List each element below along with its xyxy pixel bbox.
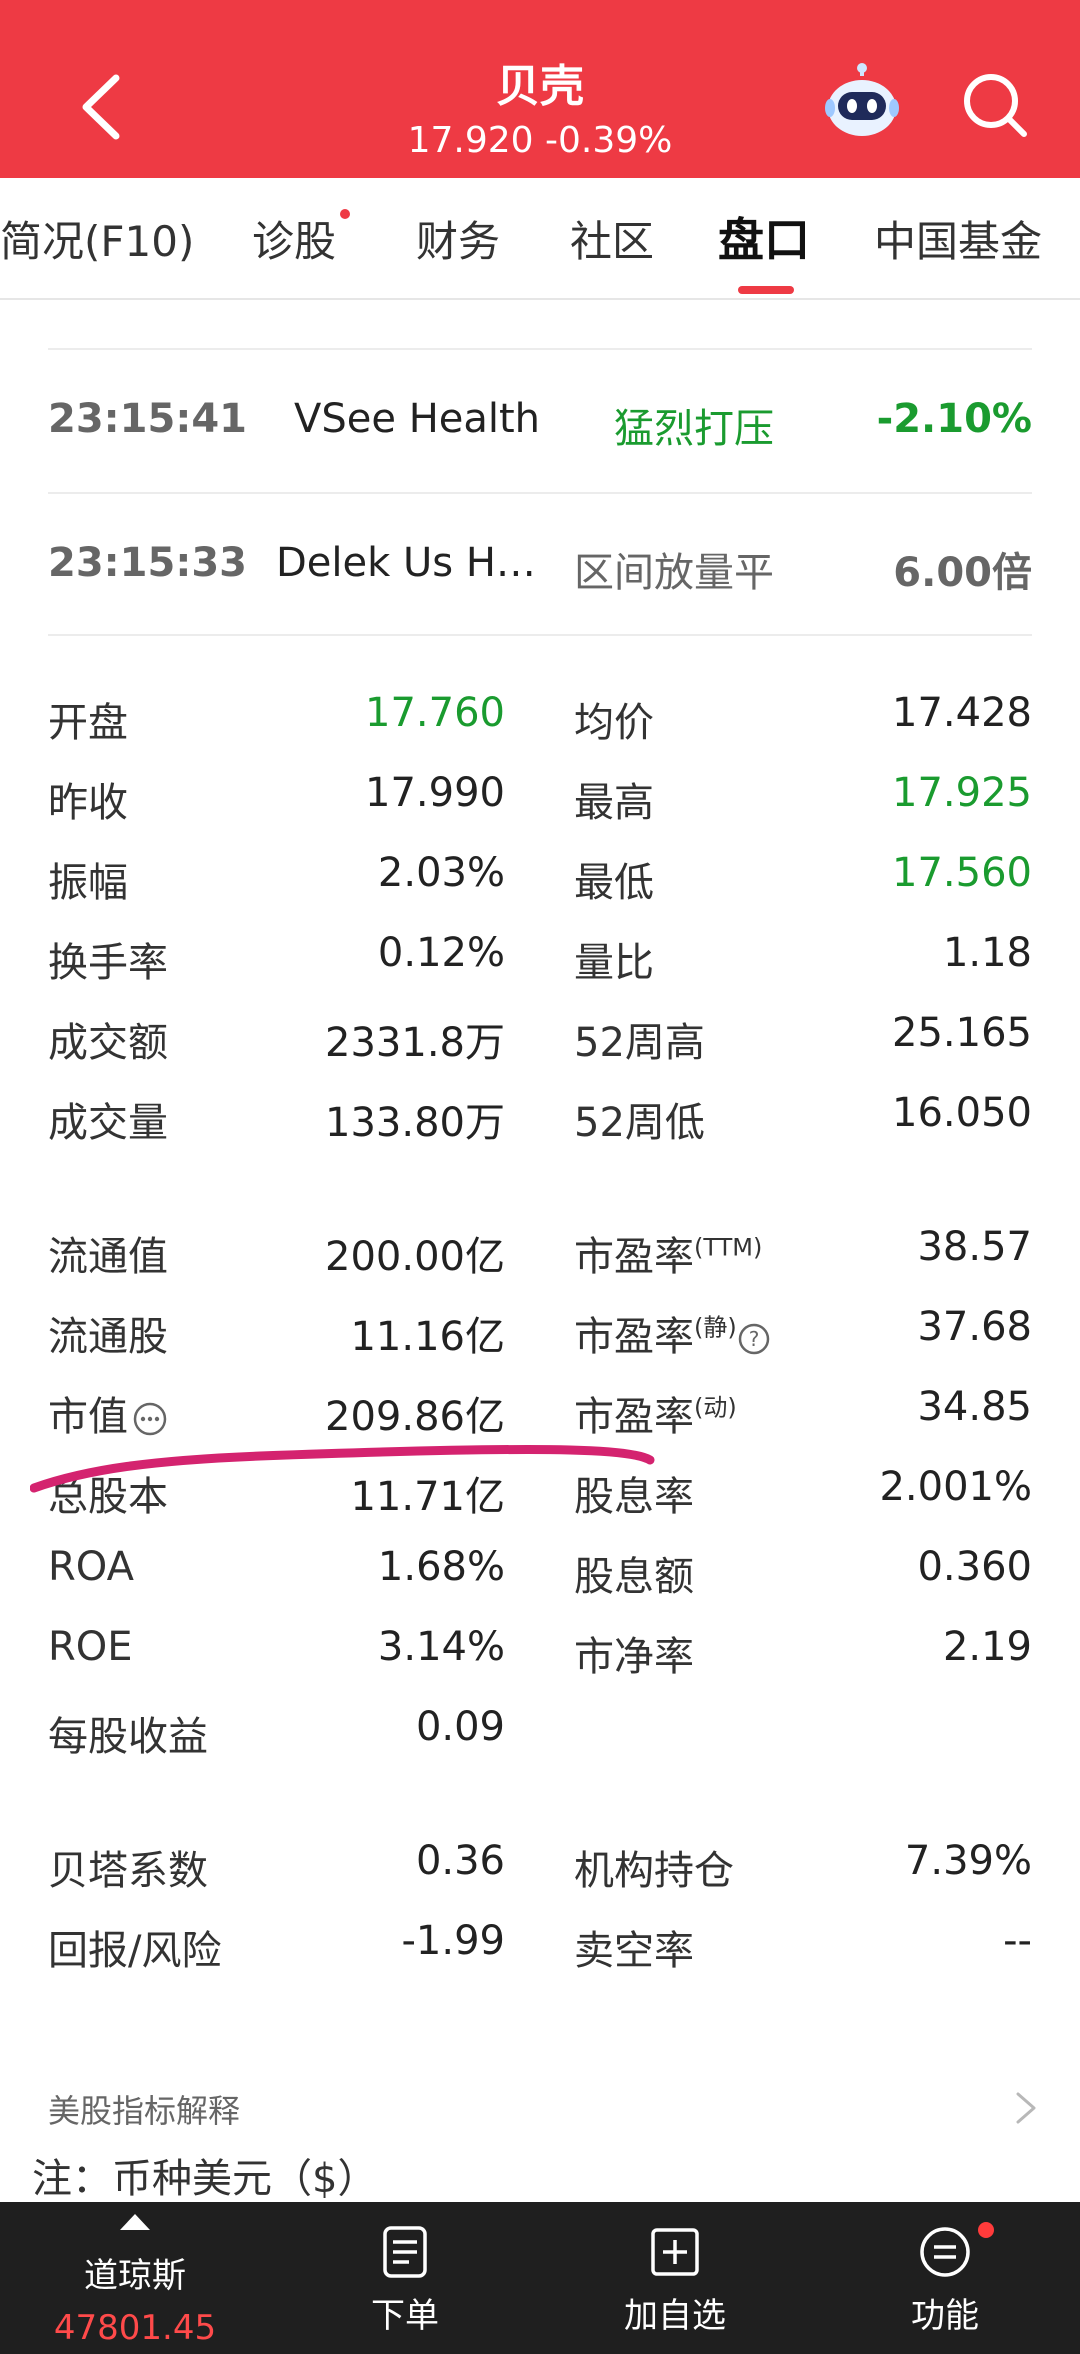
feed-value: -2.10% (876, 396, 1032, 442)
quote-value: 2331.8万 (325, 1020, 505, 1066)
list-item[interactable]: 23:15:33 Delek Us H… 区间放量平 6.00倍 (48, 528, 1032, 608)
valuation-label: 市值 (48, 1384, 168, 1442)
risk-label: 贝塔系数 (48, 1848, 208, 1894)
tab-diagnosis[interactable]: 诊股 (252, 208, 336, 269)
valuation-value: 3.14% (377, 1624, 505, 1670)
document-icon (383, 2226, 427, 2278)
quote-label: 成交量 (48, 1100, 168, 1146)
tab-bar: 简况(F10) 诊股 财务 社区 盘口 中国基金 (0, 178, 1080, 300)
risk-value: -1.99 (401, 1918, 506, 1964)
quote-label: 开盘 (48, 700, 128, 746)
page-title: 贝壳 (496, 61, 584, 112)
valuation-value: 200.00亿 (325, 1234, 505, 1280)
valuation-value: 2.001% (879, 1464, 1032, 1510)
metrics-explanation-link[interactable]: 美股指标解释 (48, 2086, 240, 2132)
valuation-value: 34.85 (917, 1384, 1032, 1430)
valuation-value: 11.16亿 (350, 1314, 505, 1360)
quote-value: 17.925 (892, 770, 1032, 816)
quote-value: 25.165 (892, 1010, 1032, 1056)
order-button[interactable]: 下单 (330, 2202, 480, 2354)
assistant-button[interactable] (822, 62, 902, 142)
valuation-value: 0.360 (917, 1544, 1032, 1590)
add-watchlist-label: 加自选 (624, 2296, 726, 2336)
menu-circle-icon (920, 2227, 970, 2277)
currency-note: 注：币种美元（$） (32, 2156, 378, 2202)
quote-label: 量比 (574, 940, 654, 986)
valuation-label: 流通值 (48, 1234, 168, 1280)
index-ticker-button[interactable]: 道琼斯 47801.45 (40, 2202, 230, 2354)
tab-overview[interactable]: 简况(F10) (0, 208, 194, 269)
feed-value: 6.00倍 (893, 550, 1032, 596)
index-name: 道琼斯 (84, 2256, 186, 2296)
quote-label: 最低 (574, 860, 654, 906)
quote-value: 2.03% (377, 850, 505, 896)
risk-value: 7.39% (904, 1838, 1032, 1884)
list-item[interactable]: 23:15:41 VSee Health 猛烈打压 -2.10% (48, 384, 1032, 464)
notification-dot (978, 2222, 994, 2238)
robot-icon (825, 63, 899, 136)
risk-value: 0.36 (415, 1838, 505, 1884)
valuation-value: 1.68% (377, 1544, 505, 1590)
quote-value: 17.990 (365, 770, 505, 816)
feed-signal: 区间放量平 (574, 550, 774, 596)
add-watchlist-button[interactable]: 加自选 (600, 2202, 750, 2354)
feed-time: 23:15:41 (48, 396, 247, 442)
valuation-value: 209.86亿 (325, 1394, 505, 1440)
valuation-value: 0.09 (415, 1704, 505, 1750)
risk-label: 回报/风险 (48, 1928, 222, 1974)
quote-value: 17.560 (892, 850, 1032, 896)
price-change: 17.920 -0.39% (407, 120, 673, 161)
active-tab-indicator (738, 286, 794, 294)
notification-dot (340, 209, 350, 219)
divider (48, 348, 1032, 350)
quote-value: 133.80万 (325, 1100, 505, 1146)
valuation-label: ROE (48, 1624, 133, 1670)
quote-label: 成交额 (48, 1020, 168, 1066)
more-icon[interactable] (132, 1401, 168, 1437)
feed-time: 23:15:33 (48, 540, 247, 586)
valuation-label: 每股收益 (48, 1714, 208, 1760)
quote-value: 1.18 (942, 930, 1032, 976)
quote-label: 换手率 (48, 940, 168, 986)
functions-button[interactable]: 功能 (870, 2202, 1020, 2354)
functions-label: 功能 (911, 2296, 979, 2336)
quote-label: 最高 (574, 780, 654, 826)
valuation-label: 流通股 (48, 1314, 168, 1360)
quote-value: 16.050 (892, 1090, 1032, 1136)
index-value: 47801.45 (53, 2308, 217, 2348)
valuation-value: 2.19 (942, 1624, 1032, 1670)
divider (48, 492, 1032, 494)
order-label: 下单 (371, 2296, 439, 2336)
valuation-value: 38.57 (917, 1224, 1032, 1270)
tab-order-book[interactable]: 盘口 (718, 204, 810, 270)
valuation-value: 37.68 (917, 1304, 1032, 1350)
search-button[interactable] (960, 70, 1030, 140)
feed-signal: 猛烈打压 (614, 406, 774, 452)
valuation-label: ROA (48, 1544, 134, 1590)
quote-value: 17.428 (892, 690, 1032, 736)
tab-community[interactable]: 社区 (570, 208, 654, 269)
tab-china-funds[interactable]: 中国基金 (874, 208, 1042, 269)
divider (48, 634, 1032, 636)
bottom-bar: 道琼斯 47801.45 下单 加自选 功能 (0, 2202, 1080, 2354)
quote-value: 17.760 (365, 690, 505, 736)
quote-value: 0.12% (377, 930, 505, 976)
risk-value: -- (1003, 1918, 1032, 1964)
caret-up-icon (120, 2214, 150, 2230)
search-icon (964, 74, 1027, 137)
app-header: 贝壳 17.920 -0.39% (0, 0, 1080, 178)
chevron-right-icon[interactable] (1010, 2088, 1040, 2128)
feed-stock-name: Delek Us H… (276, 540, 536, 586)
quote-label: 振幅 (48, 860, 128, 906)
quote-label: 均价 (574, 700, 654, 746)
tab-finance[interactable]: 财务 (416, 208, 500, 269)
feed-stock-name: VSee Health (294, 396, 541, 442)
plus-square-icon (651, 2228, 699, 2276)
quote-label: 昨收 (48, 780, 128, 826)
pen-annotation-stroke (30, 1444, 655, 1493)
